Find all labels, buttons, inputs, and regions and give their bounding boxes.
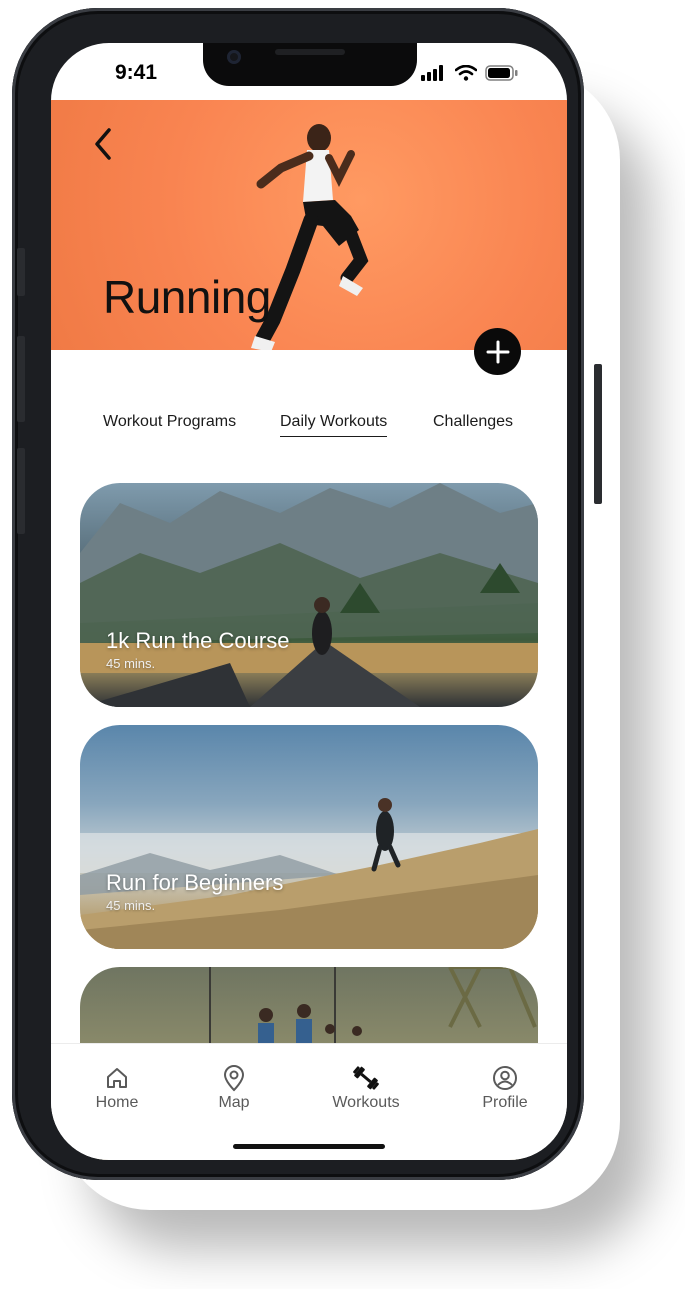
tab-map-label: Map <box>218 1094 250 1111</box>
workout-card[interactable]: Run for Beginners 45 mins. <box>80 725 538 949</box>
tab-profile[interactable]: Profile <box>460 1064 550 1112</box>
plus-icon <box>486 340 509 363</box>
map-pin-icon <box>223 1065 245 1092</box>
status-time: 9:41 <box>115 61 158 84</box>
wifi-icon <box>455 65 477 81</box>
screen: Running 9:41 Workout Programs Daily Work… <box>51 43 567 1160</box>
battery-icon <box>485 65 518 81</box>
workout-duration: 45 mins. <box>106 656 156 671</box>
page-title: Running <box>103 271 271 323</box>
volume-down-button <box>17 448 25 534</box>
home-indicator[interactable] <box>233 1144 385 1149</box>
workout-card[interactable]: 1k Run the Course 45 mins. <box>80 483 538 707</box>
tab-challenges[interactable]: Challenges <box>433 413 517 431</box>
workout-title: 1k Run the Course <box>106 628 290 653</box>
add-button[interactable] <box>474 328 521 375</box>
tab-map[interactable]: Map <box>189 1064 279 1112</box>
power-button <box>594 364 602 504</box>
phone-frame: Running 9:41 Workout Programs Daily Work… <box>12 8 602 1180</box>
tab-profile-label: Profile <box>482 1094 528 1111</box>
mute-switch <box>17 248 25 296</box>
workout-duration: 45 mins. <box>106 898 156 913</box>
dumbbell-icon <box>353 1066 379 1090</box>
signal-icon <box>421 65 443 81</box>
hero-banner: Running <box>51 100 567 350</box>
category-tabs: Workout Programs Daily Workouts Challeng… <box>51 413 567 443</box>
tab-home-label: Home <box>95 1094 139 1111</box>
tab-workouts[interactable]: Workouts <box>321 1064 411 1112</box>
notch <box>203 43 417 86</box>
mountain-road-image <box>80 483 538 707</box>
tab-daily-workouts[interactable]: Daily Workouts <box>280 413 388 437</box>
bottom-tab-bar: Home Map Workouts Profile <box>51 1043 567 1160</box>
tab-workout-programs[interactable]: Workout Programs <box>103 413 236 431</box>
tab-workouts-label: Workouts <box>332 1094 400 1111</box>
workout-title: Run for Beginners <box>106 870 284 895</box>
home-icon <box>107 1068 127 1088</box>
profile-icon <box>493 1066 517 1090</box>
speaker-grille <box>275 49 345 55</box>
status-icons <box>421 65 519 81</box>
tab-home[interactable]: Home <box>72 1064 162 1112</box>
volume-up-button <box>17 336 25 422</box>
hillside-runner-image <box>80 798 538 949</box>
front-camera <box>227 50 241 64</box>
back-chevron-icon[interactable] <box>91 126 115 162</box>
